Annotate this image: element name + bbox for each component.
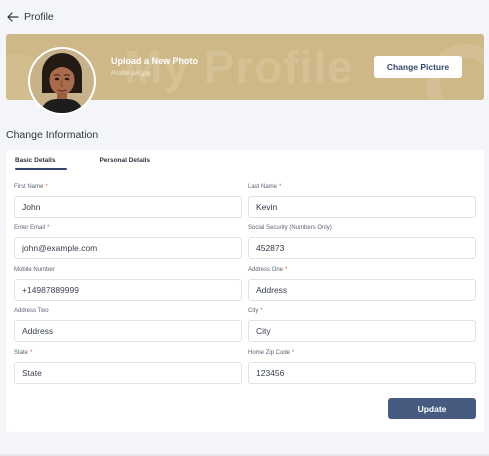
zip-input[interactable] [248, 362, 476, 384]
mobile-label: Mobile Number [14, 267, 55, 273]
address-two-field: Address Two [14, 306, 242, 342]
details-tabs: Basic Details Personal Details [15, 157, 150, 171]
address-two-input[interactable] [14, 320, 242, 342]
update-button[interactable]: Update [388, 398, 476, 419]
arrow-left-icon[interactable] [6, 10, 20, 24]
change-picture-button[interactable]: Change Picture [374, 56, 462, 78]
zip-field: Home Zip Code * [248, 348, 476, 384]
zip-label: Home Zip Code [248, 350, 291, 356]
address-one-input[interactable] [248, 279, 476, 301]
city-field: City * [248, 306, 476, 342]
address-one-label: Address One [248, 267, 284, 273]
page-title: Profile [24, 11, 54, 23]
city-label: City [248, 308, 259, 314]
mobile-input[interactable] [14, 279, 242, 301]
required-marker: * [45, 184, 48, 190]
user-avatar-photo [30, 49, 94, 113]
section-title: Change Information [6, 129, 99, 141]
state-input[interactable] [14, 362, 242, 384]
first-name-input[interactable] [14, 196, 242, 218]
mobile-field: Mobile Number [14, 265, 242, 301]
ssn-field: Social Security (Numbers Only) [248, 223, 476, 259]
ssn-label: Social Security (Numbers Only) [248, 225, 332, 231]
city-input[interactable] [248, 320, 476, 342]
required-marker: * [260, 308, 263, 314]
top-bar: Profile [0, 0, 489, 34]
upload-file-name: Profile-pic.jpg [111, 70, 151, 77]
email-field: Enter Email * [14, 223, 242, 259]
first-name-label: First Name [14, 184, 44, 190]
first-name-field: First Name * [14, 182, 242, 218]
upload-title: Upload a New Photo [111, 56, 199, 66]
avatar[interactable] [28, 47, 96, 115]
state-label: State [14, 350, 29, 356]
email-input[interactable] [14, 237, 242, 259]
last-name-field: Last Name * [248, 182, 476, 218]
last-name-input[interactable] [248, 196, 476, 218]
tab-basic-details[interactable]: Basic Details [15, 157, 69, 171]
last-name-label: Last Name [248, 184, 278, 190]
required-marker: * [285, 267, 288, 273]
address-one-field: Address One * [248, 265, 476, 301]
details-card: Basic Details Personal Details First Nam… [6, 150, 484, 432]
required-marker: * [279, 184, 282, 190]
address-two-label: Address Two [14, 308, 49, 314]
ssn-input[interactable] [248, 237, 476, 259]
banner-watermark: My Profile [124, 41, 354, 93]
required-marker: * [30, 350, 33, 356]
tab-personal-details[interactable]: Personal Details [99, 157, 150, 171]
required-marker: * [292, 350, 295, 356]
required-marker: * [47, 225, 50, 231]
state-field: State * [14, 348, 242, 384]
email-label: Enter Email [14, 225, 46, 231]
